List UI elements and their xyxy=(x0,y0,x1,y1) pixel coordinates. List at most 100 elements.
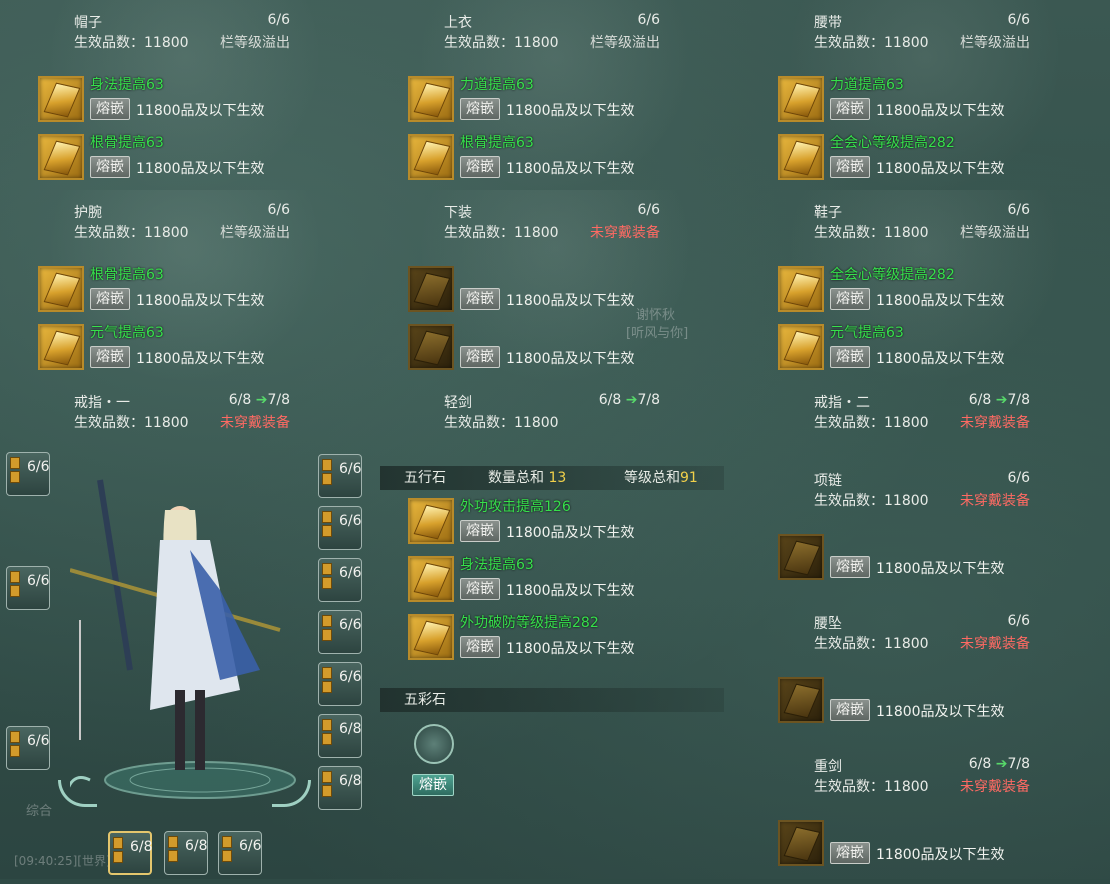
equip-name: 腰带 xyxy=(814,15,842,31)
gem-crystal-icon xyxy=(783,826,821,862)
gem-mini-icon xyxy=(322,615,332,627)
wuxing-lvl-label: 等级总和 xyxy=(624,470,680,486)
heavy-status: 未穿戴装备 xyxy=(960,779,1030,795)
gem-slot-icon[interactable] xyxy=(408,556,454,602)
fuse-button[interactable]: 熔嵌 xyxy=(830,699,870,721)
fuse-button[interactable]: 熔嵌 xyxy=(830,288,870,310)
fuse-button[interactable]: 熔嵌 xyxy=(460,156,500,178)
ring1-status: 未穿戴装备 xyxy=(220,415,290,431)
gem-crystal-icon xyxy=(43,330,81,366)
quality-label: 生效品数： xyxy=(814,225,884,241)
upgrade-arrow-icon: ➔ xyxy=(995,392,1008,408)
equip-count: 6/6 xyxy=(1007,202,1030,218)
gem-mini-icon xyxy=(322,733,332,745)
wuxing-lvl-value: 91 xyxy=(680,470,698,486)
gem-mini-icon xyxy=(322,719,332,731)
gem-slot-icon[interactable] xyxy=(408,134,454,180)
gem-effect-text: 11800品及以下生效 xyxy=(876,161,1005,177)
gem-mini-icon xyxy=(222,850,232,862)
sword-count: 6/8 xyxy=(598,392,622,408)
gem-effect-text: 11800品及以下生效 xyxy=(506,583,635,599)
gem-slot-icon[interactable] xyxy=(778,134,824,180)
gem-crystal-icon xyxy=(43,272,81,308)
gem-slot-icon[interactable] xyxy=(778,820,824,866)
equip-slot[interactable]: 6/6 xyxy=(6,726,50,770)
quality-label: 生效品数： xyxy=(444,225,514,241)
equip-slot[interactable]: 6/6 xyxy=(6,452,50,496)
equip-name: 下装 xyxy=(444,205,472,221)
equip-slot[interactable]: 6/6 xyxy=(6,566,50,610)
heavy-quality-label: 生效品数： xyxy=(814,779,884,795)
gem-effect-text: 11800品及以下生效 xyxy=(506,161,635,177)
wucai-fuse-button[interactable]: 熔嵌 xyxy=(412,774,454,796)
fuse-button[interactable]: 熔嵌 xyxy=(460,578,500,600)
equip-quality: 11800 xyxy=(514,35,559,51)
gem-slot-icon[interactable] xyxy=(38,324,84,370)
gem-crystal-icon xyxy=(413,504,451,540)
gem-mini-icon xyxy=(322,511,332,523)
equip-slot[interactable]: 6/6 xyxy=(318,506,362,550)
gem-slot-icon[interactable] xyxy=(408,76,454,122)
gem-slot-icon[interactable] xyxy=(38,266,84,312)
wucai-socket-icon[interactable] xyxy=(414,724,454,764)
gem-attribute: 外功攻击提高126 xyxy=(460,499,571,515)
equip-slot[interactable]: 6/6 xyxy=(318,558,362,602)
gem-slot-icon[interactable] xyxy=(408,266,454,312)
gem-slot-icon[interactable] xyxy=(778,534,824,580)
gem-slot-icon[interactable] xyxy=(38,76,84,122)
equip-slot[interactable]: 6/8 xyxy=(164,831,208,875)
gem-mini-icon xyxy=(322,629,332,641)
ring2-cell[interactable]: 戒指・二 6/8 ➔7/8 生效品数：11800 未穿戴装备 xyxy=(740,380,1110,450)
gem-mini-icon xyxy=(168,850,178,862)
fuse-button[interactable]: 熔嵌 xyxy=(460,98,500,120)
necklace-quality: 11800 xyxy=(884,493,929,509)
gem-crystal-icon xyxy=(783,683,821,719)
fuse-button[interactable]: 熔嵌 xyxy=(90,288,130,310)
ring1-cell[interactable]: 戒指・一 6/8 ➔7/8 生效品数：11800 未穿戴装备 xyxy=(0,380,370,450)
slot-count: 6/6 xyxy=(339,461,362,477)
equip-slot[interactable]: 6/6 xyxy=(318,454,362,498)
gem-slot-icon[interactable] xyxy=(778,266,824,312)
fuse-button[interactable]: 熔嵌 xyxy=(460,520,500,542)
fuse-button[interactable]: 熔嵌 xyxy=(830,98,870,120)
gem-mini-icon xyxy=(113,837,123,849)
equip-slot[interactable]: 6/8 xyxy=(318,714,362,758)
fuse-button[interactable]: 熔嵌 xyxy=(830,346,870,368)
fuse-button[interactable]: 熔嵌 xyxy=(460,288,500,310)
equip-slot[interactable]: 6/8 xyxy=(318,766,362,810)
equip-quality: 11800 xyxy=(884,35,929,51)
fuse-button[interactable]: 熔嵌 xyxy=(460,346,500,368)
gem-mini-icon xyxy=(10,457,20,469)
slot-count: 6/6 xyxy=(339,617,362,633)
fuse-button[interactable]: 熔嵌 xyxy=(830,842,870,864)
equip-slot[interactable]: 6/6 xyxy=(318,610,362,654)
fuse-button[interactable]: 熔嵌 xyxy=(830,156,870,178)
wuxing-qty-value: 13 xyxy=(548,470,567,486)
gem-mini-icon xyxy=(322,577,332,589)
fuse-button[interactable]: 熔嵌 xyxy=(460,636,500,658)
gem-crystal-icon xyxy=(413,140,451,176)
sword-cell[interactable]: 轻剑 6/8 ➔7/8 生效品数：11800 xyxy=(370,380,740,450)
necklace-quality-label: 生效品数： xyxy=(814,493,884,509)
gem-attribute: 元气提高63 xyxy=(90,325,164,341)
fuse-button[interactable]: 熔嵌 xyxy=(90,98,130,120)
gem-slot-icon[interactable] xyxy=(778,677,824,723)
gem-slot-icon[interactable] xyxy=(38,134,84,180)
gem-effect-text: 11800品及以下生效 xyxy=(506,103,635,119)
equip-slot[interactable]: 6/6 xyxy=(318,662,362,706)
ring1-name: 戒指・一 xyxy=(74,395,130,411)
gem-slot-icon[interactable] xyxy=(408,614,454,660)
gem-slot-icon[interactable] xyxy=(778,324,824,370)
fuse-button[interactable]: 熔嵌 xyxy=(90,156,130,178)
fuse-button[interactable]: 熔嵌 xyxy=(90,346,130,368)
necklace-name: 项链 xyxy=(814,473,842,489)
gem-slot-icon[interactable] xyxy=(408,498,454,544)
character-model[interactable] xyxy=(70,470,300,800)
equip-slot[interactable]: 6/8 xyxy=(108,831,153,875)
gem-slot-icon[interactable] xyxy=(408,324,454,370)
equip-slot[interactable]: 6/6 xyxy=(218,831,262,875)
equip-status: 栏等级溢出 xyxy=(220,35,290,51)
fuse-button[interactable]: 熔嵌 xyxy=(830,556,870,578)
gem-crystal-icon xyxy=(43,82,81,118)
gem-slot-icon[interactable] xyxy=(778,76,824,122)
